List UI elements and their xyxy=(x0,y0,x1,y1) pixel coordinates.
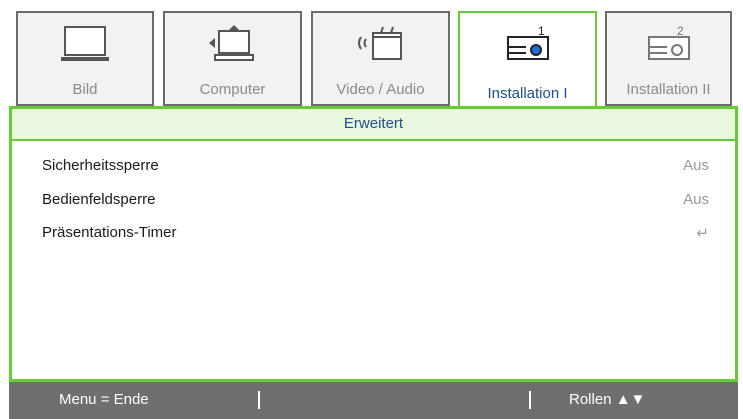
tab-label: Installation I xyxy=(487,85,568,102)
osd-menu: Bild Computer Video / Audio 1 Installati… xyxy=(0,0,743,419)
monitor-icon xyxy=(61,26,109,61)
tab-bild[interactable]: Bild xyxy=(16,11,154,106)
row-label: Bedienfeldsperre xyxy=(42,191,156,208)
footer-menu-hint: Menu = Ende xyxy=(59,391,149,408)
svg-text:1: 1 xyxy=(538,24,545,38)
tab-installation-2[interactable]: 2 Installation II xyxy=(605,11,732,106)
projector-icon: 2 xyxy=(647,24,690,60)
svg-text:2: 2 xyxy=(677,24,684,38)
computer-icon xyxy=(208,25,254,61)
row-value: Aus xyxy=(683,191,709,208)
row-label: Präsentations-Timer xyxy=(42,224,177,241)
tab-label: Bild xyxy=(72,81,98,98)
footer-bar: Menu = Ende Rollen ▲▼ xyxy=(9,382,738,419)
video-audio-icon xyxy=(357,26,402,60)
tab-label: Installation II xyxy=(626,81,711,98)
menu-row-praesentations-timer[interactable]: Präsentations-Timer ↵ xyxy=(42,224,709,246)
tab-label: Computer xyxy=(199,81,266,98)
menu-row-sicherheitssperre[interactable]: Sicherheitssperre Aus xyxy=(42,157,709,179)
settings-panel: Erweitert Sicherheitssperre Aus Bedienfe… xyxy=(9,106,738,382)
panel-title: Erweitert xyxy=(343,115,404,132)
enter-icon: ↵ xyxy=(696,225,709,242)
footer-scroll-hint: Rollen ▲▼ xyxy=(569,391,646,408)
tab-installation-1[interactable]: 1 Installation I xyxy=(458,11,597,108)
tab-video-audio[interactable]: Video / Audio xyxy=(311,11,450,106)
projector-icon: 1 xyxy=(506,24,549,60)
row-label: Sicherheitssperre xyxy=(42,157,159,174)
panel-header: Erweitert xyxy=(12,109,735,141)
tab-label: Video / Audio xyxy=(336,81,425,98)
row-value: Aus xyxy=(683,157,709,174)
tab-computer[interactable]: Computer xyxy=(163,11,302,106)
menu-row-bedienfeldsperre[interactable]: Bedienfeldsperre Aus xyxy=(42,191,709,213)
footer-divider xyxy=(529,391,531,409)
footer-divider xyxy=(258,391,260,409)
